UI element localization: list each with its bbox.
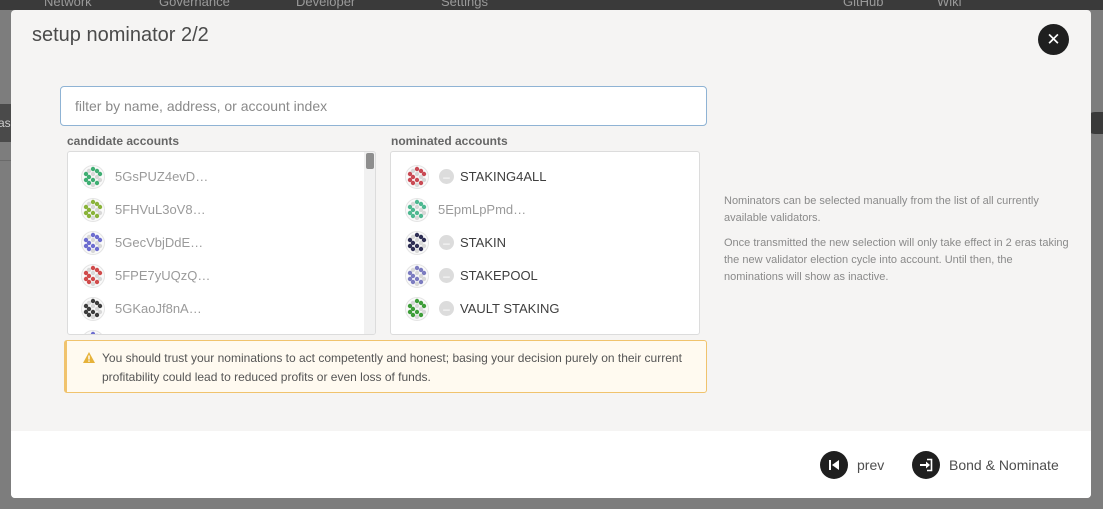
validator-name: VAULT STAKING bbox=[460, 301, 560, 316]
background-divider bbox=[0, 160, 11, 161]
candidate-accounts-list[interactable]: 5GsPUZ4evD… 5FHVuL3oV8… 5GecVbjDdE… 5FPE7yU… bbox=[67, 151, 376, 335]
candidate-address: 5GsPUZ4evD… bbox=[115, 169, 209, 184]
identity-badge-icon: – bbox=[439, 301, 454, 316]
prev-button[interactable]: prev bbox=[820, 450, 884, 480]
validator-name: STAKIN bbox=[460, 235, 506, 250]
validator-name: STAKING4ALL bbox=[460, 169, 547, 184]
candidate-row-partial[interactable] bbox=[68, 325, 375, 334]
nominated-row[interactable]: 5EpmLpPmd… bbox=[391, 193, 699, 226]
nominated-row[interactable]: – STAKING4ALL bbox=[391, 160, 699, 193]
candidate-address: 5GecVbjDdE… bbox=[115, 235, 204, 250]
background-sidebar-item: as bbox=[0, 104, 11, 142]
background-top-nav: Network Governance Developer Settings Gi… bbox=[0, 0, 1103, 10]
bond-nominate-label: Bond & Nominate bbox=[949, 457, 1059, 473]
identicon-icon bbox=[81, 263, 105, 288]
identity-badge-icon: – bbox=[439, 169, 454, 184]
candidate-address: 5GKaoJf8nA… bbox=[115, 301, 202, 316]
close-button[interactable]: ✕ bbox=[1038, 24, 1069, 55]
identicon-icon bbox=[81, 329, 105, 334]
identity-badge-icon: – bbox=[439, 235, 454, 250]
identicon-icon bbox=[405, 164, 429, 189]
identicon-icon bbox=[81, 296, 105, 321]
nominated-accounts-label: nominated accounts bbox=[391, 134, 508, 148]
nominated-accounts-list[interactable]: – STAKING4ALL 5EpmLpPmd… – STAKIN – STAKEPOOL –… bbox=[390, 151, 700, 335]
candidate-row[interactable]: 5GKaoJf8nA… bbox=[68, 292, 375, 325]
identicon-icon bbox=[405, 230, 429, 255]
step-backward-icon bbox=[820, 451, 848, 479]
warning-text: You should trust your nominations to act… bbox=[102, 351, 682, 384]
candidate-address: 5FPE7yUQzQ… bbox=[115, 268, 211, 283]
identicon-icon bbox=[405, 296, 429, 321]
nav-network: Network bbox=[44, 0, 92, 9]
identicon-icon bbox=[81, 164, 105, 189]
scrollbar-track[interactable] bbox=[364, 152, 375, 334]
nominated-row[interactable]: – STAKIN bbox=[391, 226, 699, 259]
identity-badge-icon: – bbox=[439, 268, 454, 283]
help-text: Nominators can be selected manually from… bbox=[724, 193, 1069, 294]
prev-label: prev bbox=[857, 457, 885, 473]
nominated-row[interactable]: – VAULT STAKING bbox=[391, 292, 699, 325]
warning-banner: You should trust your nominations to act… bbox=[64, 340, 707, 393]
filter-input[interactable] bbox=[60, 86, 707, 126]
identicon-icon bbox=[405, 263, 429, 288]
bond-nominate-button[interactable]: Bond & Nominate bbox=[912, 450, 1059, 480]
validator-name: STAKEPOOL bbox=[460, 268, 538, 283]
identicon-icon bbox=[81, 197, 105, 222]
sign-in-icon bbox=[912, 451, 940, 479]
nominator-modal: setup nominator 2/2 ✕ candidate accounts… bbox=[11, 10, 1091, 498]
nav-developer: Developer bbox=[296, 0, 356, 9]
candidate-row[interactable]: 5FHVuL3oV8… bbox=[68, 193, 375, 226]
validator-address: 5EpmLpPmd… bbox=[438, 202, 527, 217]
nominated-row[interactable]: – STAKEPOOL bbox=[391, 259, 699, 292]
nav-github: GitHub bbox=[843, 0, 884, 9]
scrollbar-thumb[interactable] bbox=[366, 153, 374, 169]
modal-footer: prev Bond & Nominate bbox=[11, 431, 1091, 498]
candidate-address: 5FHVuL3oV8… bbox=[115, 202, 206, 217]
candidate-row[interactable]: 5GsPUZ4evD… bbox=[68, 160, 375, 193]
candidate-row[interactable]: 5GecVbjDdE… bbox=[68, 226, 375, 259]
help-paragraph-1: Nominators can be selected manually from… bbox=[724, 195, 1039, 224]
identicon-icon bbox=[405, 197, 429, 222]
identicon-icon bbox=[81, 230, 105, 255]
candidate-accounts-label: candidate accounts bbox=[67, 134, 180, 148]
nav-governance: Governance bbox=[159, 0, 230, 9]
help-paragraph-2: Once transmitted the new selection will … bbox=[724, 237, 1069, 283]
nav-wiki: Wiki bbox=[937, 0, 962, 9]
modal-title: setup nominator 2/2 bbox=[32, 24, 209, 46]
warning-icon bbox=[83, 352, 95, 363]
candidate-row[interactable]: 5FPE7yUQzQ… bbox=[68, 259, 375, 292]
modal-header: setup nominator 2/2 ✕ bbox=[11, 10, 1091, 60]
nav-settings: Settings bbox=[441, 0, 488, 9]
close-icon: ✕ bbox=[1046, 30, 1061, 49]
